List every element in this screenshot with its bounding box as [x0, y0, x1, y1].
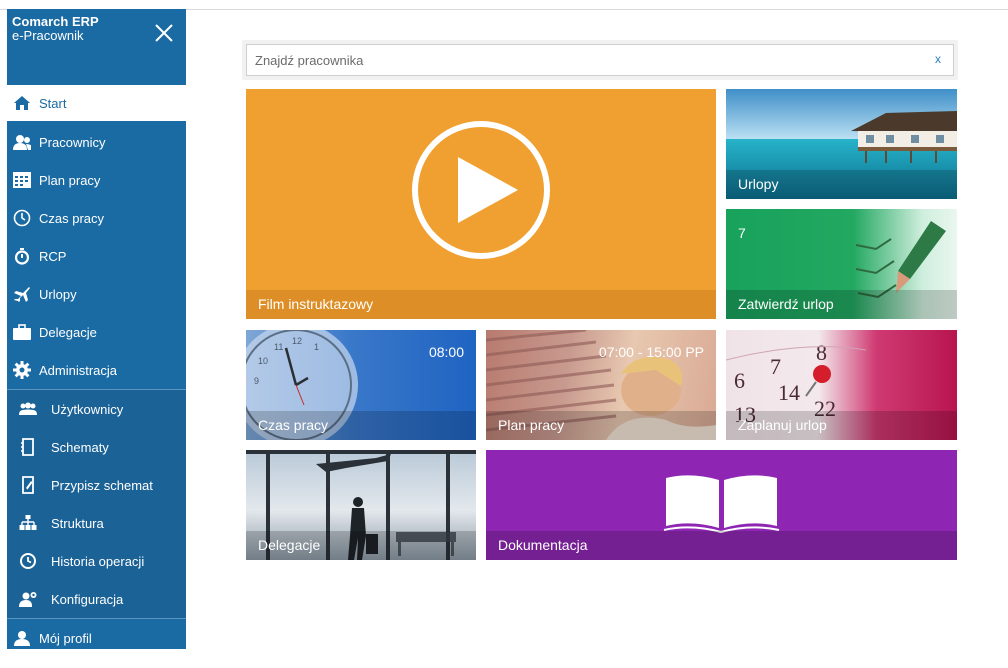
document-icon: [19, 438, 37, 456]
user-icon: [13, 629, 31, 647]
svg-text:11: 11: [274, 342, 283, 352]
clear-search-button[interactable]: x: [935, 52, 941, 66]
sidebar-item-administracja[interactable]: Administracja: [7, 351, 186, 389]
sidebar-item-delegacje[interactable]: Delegacje: [7, 313, 186, 351]
sidebar-item-start[interactable]: Start: [7, 85, 186, 121]
tile-plan-pracy[interactable]: 07:00 - 15:00 PP Plan pracy: [486, 330, 716, 440]
brand-name: Comarch ERP: [12, 14, 99, 29]
gear-icon: [13, 361, 31, 379]
sidebar-item-schematy[interactable]: Schematy: [7, 428, 186, 466]
clock-icon: [13, 209, 31, 227]
sidebar-item-konfiguracja[interactable]: Konfiguracja: [7, 580, 186, 618]
tile-zaplanuj-urlop[interactable]: 6 7 8 14 13 22 Zaplanuj urlop: [726, 330, 957, 440]
employee-search: x: [246, 44, 954, 76]
tile-label: Zaplanuj urlop: [726, 411, 957, 440]
sidebar: Comarch ERP e-Pracownik Start Pracownicy…: [7, 9, 186, 649]
calendar-grid-icon: [13, 171, 31, 189]
tile-label: Dokumentacja: [486, 531, 957, 560]
sidebar-item-label: Historia operacji: [51, 553, 145, 569]
sidebar-item-label: Czas pracy: [39, 210, 105, 226]
svg-text:7: 7: [770, 354, 781, 379]
brand: Comarch ERP e-Pracownik: [12, 15, 99, 43]
tile-label: Delegacje: [246, 531, 476, 560]
svg-text:1: 1: [314, 342, 319, 352]
tile-zatwierdz-urlop[interactable]: 7 Zatwierdź urlop: [726, 209, 957, 319]
work-time-value: 08:00: [428, 344, 464, 360]
sidebar-item-uzytkownicy[interactable]: Użytkownicy: [7, 390, 186, 428]
tile-label: Film instruktazowy: [246, 290, 716, 319]
sidebar-item-label: Administracja: [39, 362, 118, 378]
tile-dokumentacja[interactable]: Dokumentacja: [486, 450, 957, 560]
svg-text:14: 14: [778, 380, 800, 405]
sidebar-item-label: Pracownicy: [39, 134, 106, 150]
sidebar-item-label: Konfiguracja: [51, 591, 124, 607]
sidebar-item-rcp[interactable]: RCP: [7, 237, 186, 275]
tile-urlopy[interactable]: Urlopy: [726, 89, 957, 199]
sidebar-item-label: Schematy: [51, 439, 109, 455]
sidebar-item-label: Delegacje: [39, 324, 97, 340]
briefcase-icon: [13, 323, 31, 341]
users-icon: [13, 133, 31, 151]
sidebar-item-label: Przypisz schemat: [51, 477, 153, 493]
svg-text:9: 9: [254, 376, 259, 386]
group-icon: [19, 400, 37, 418]
sidebar-item-struktura[interactable]: Struktura: [7, 504, 186, 542]
tile-label: Zatwierdź urlop: [726, 290, 957, 319]
sidebar-item-label: RCP: [39, 248, 67, 264]
tile-delegacje[interactable]: Delegacje: [246, 450, 476, 560]
tile-label: Czas pracy: [246, 411, 476, 440]
shift-hours-value: 07:00 - 15:00 PP: [598, 344, 704, 360]
search-input[interactable]: [247, 45, 907, 75]
sidebar-item-pracownicy[interactable]: Pracownicy: [7, 123, 186, 161]
main-nav: Start Pracownicy Plan pracy Czas pracy R…: [7, 85, 186, 657]
svg-text:10: 10: [258, 356, 268, 366]
sidebar-item-label: Mój profil: [39, 630, 92, 646]
close-menu-button[interactable]: [152, 21, 176, 45]
play-icon: [412, 121, 550, 259]
sidebar-item-czas-pracy[interactable]: Czas pracy: [7, 199, 186, 237]
sidebar-item-historia-operacji[interactable]: Historia operacji: [7, 542, 186, 580]
sidebar-item-urlopy[interactable]: Urlopy: [7, 275, 186, 313]
hierarchy-icon: [19, 514, 37, 532]
tile-film-instruktazowy[interactable]: Film instruktazowy: [246, 89, 716, 319]
svg-text:8: 8: [816, 340, 827, 365]
sidebar-item-przypisz-schemat[interactable]: Przypisz schemat: [7, 466, 186, 504]
user-settings-icon: [19, 590, 37, 608]
tile-czas-pracy[interactable]: 12 11 10 9 1 08:00 Czas pracy: [246, 330, 476, 440]
home-icon: [13, 94, 31, 112]
sidebar-item-label: Urlopy: [39, 286, 77, 302]
sidebar-item-label: Plan pracy: [39, 172, 101, 188]
sidebar-item-label: Start: [39, 95, 67, 111]
sidebar-item-moj-profil[interactable]: Mój profil: [7, 619, 186, 657]
brand-module: e-Pracownik: [12, 28, 84, 43]
svg-text:6: 6: [734, 368, 745, 393]
sidebar-item-label: Użytkownicy: [51, 401, 124, 417]
airplane-icon: [13, 285, 31, 303]
tile-label: Plan pracy: [486, 411, 716, 440]
sidebar-item-label: Struktura: [51, 515, 104, 531]
close-icon: [155, 24, 173, 42]
stopwatch-icon: [13, 247, 31, 265]
tile-label: Urlopy: [726, 170, 957, 199]
document-edit-icon: [19, 476, 37, 494]
svg-text:12: 12: [292, 336, 302, 346]
history-icon: [19, 552, 37, 570]
sidebar-item-plan-pracy[interactable]: Plan pracy: [7, 161, 186, 199]
